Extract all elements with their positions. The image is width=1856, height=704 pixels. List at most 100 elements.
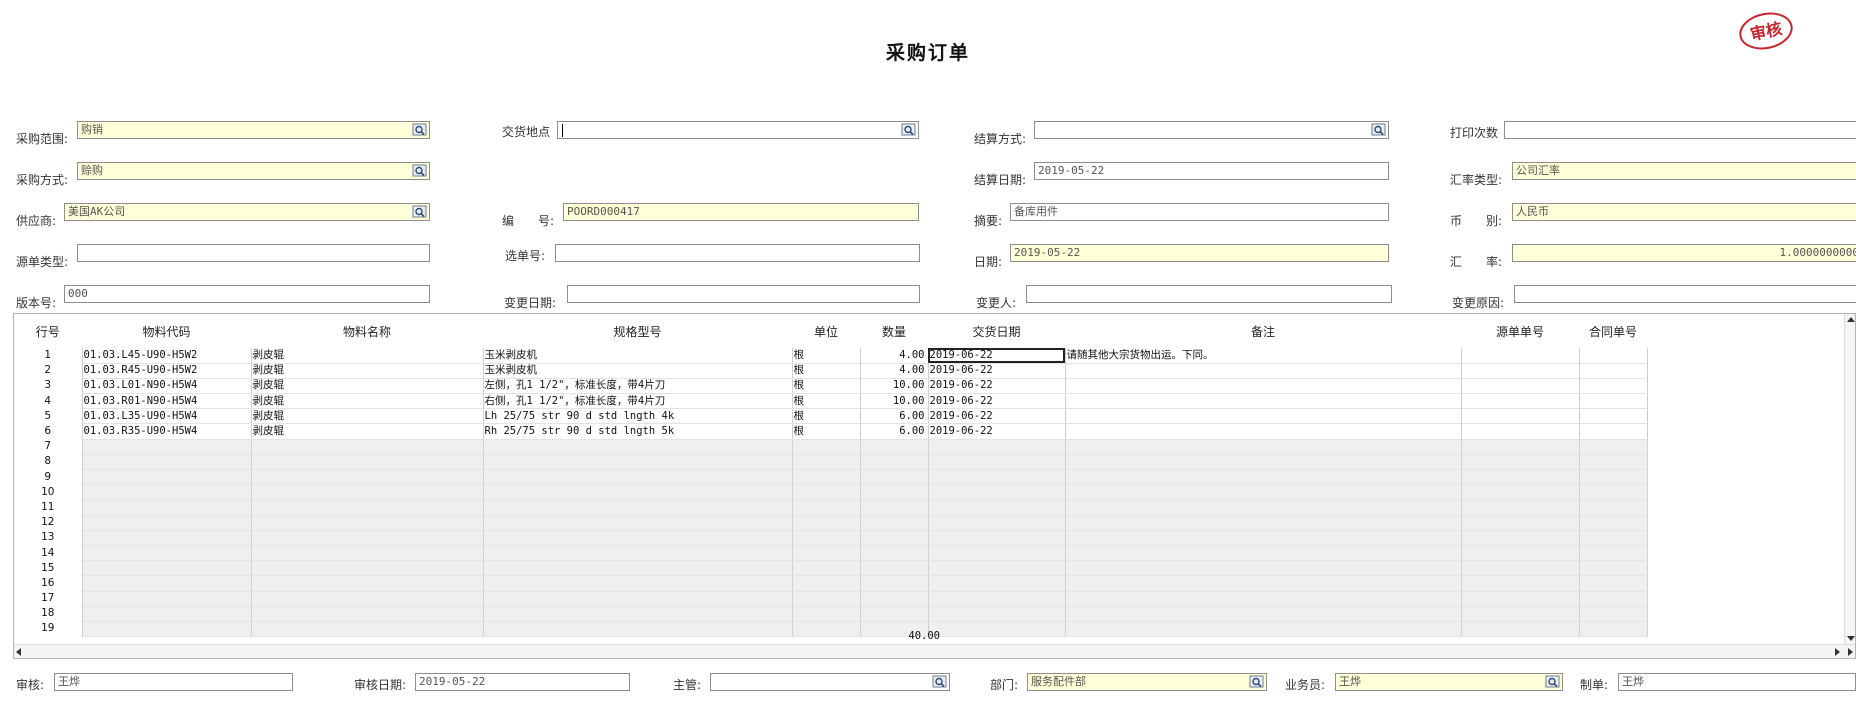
qty-cell[interactable] [860, 560, 929, 577]
note-cell[interactable] [1065, 363, 1462, 379]
material-code-cell[interactable] [82, 591, 252, 607]
delivery-date-cell[interactable]: 2019-06-22 [928, 378, 1066, 395]
spec-cell[interactable]: 右侧，孔1 1/2"，标准长度，带4片刀 [483, 393, 793, 410]
purchase-method-input[interactable]: 赊购 [77, 162, 430, 180]
qty-cell[interactable]: 6.00 [860, 423, 929, 440]
table-row[interactable]: 8 [14, 454, 1648, 471]
source-no-cell[interactable] [1461, 393, 1580, 410]
select-no-input[interactable] [555, 244, 920, 262]
table-row[interactable]: 18 [14, 606, 1648, 622]
material-code-cell[interactable] [82, 454, 252, 471]
unit-cell[interactable] [792, 499, 861, 516]
contract-no-cell[interactable] [1579, 439, 1648, 455]
table-row[interactable]: 13 [14, 530, 1648, 546]
material-code-cell[interactable] [82, 515, 252, 531]
scroll-down-icon[interactable] [1847, 636, 1855, 641]
col-header-qty[interactable]: 数量 [860, 314, 929, 348]
delivery-date-cell[interactable]: 2019-06-22 [928, 408, 1066, 425]
material-name-cell[interactable] [251, 469, 484, 486]
contract-no-cell[interactable] [1579, 423, 1648, 440]
note-cell[interactable] [1065, 423, 1462, 440]
print-count-input[interactable] [1504, 121, 1856, 139]
delivery-date-cell[interactable] [928, 606, 1066, 622]
contract-no-cell[interactable] [1579, 393, 1648, 410]
source-no-cell[interactable] [1461, 423, 1580, 440]
changer-input[interactable] [1026, 285, 1392, 303]
table-row[interactable]: 3 01.03.L01-N90-H5W4 剥皮辊 左侧，孔1 1/2"，标准长度，带4… [14, 378, 1648, 395]
source-no-cell[interactable] [1461, 484, 1580, 501]
unit-cell[interactable] [792, 606, 861, 622]
material-name-cell[interactable] [251, 560, 484, 577]
material-code-cell[interactable] [82, 469, 252, 486]
change-date-input[interactable] [567, 285, 920, 303]
source-no-cell[interactable] [1461, 408, 1580, 425]
line-no-cell[interactable]: 6 [14, 423, 83, 440]
line-no-cell[interactable]: 11 [14, 499, 83, 516]
scroll-right-icon[interactable] [1835, 648, 1840, 656]
spec-cell[interactable] [483, 454, 793, 471]
note-cell[interactable] [1065, 439, 1462, 455]
contract-no-cell[interactable] [1579, 621, 1648, 638]
line-no-cell[interactable]: 18 [14, 606, 83, 622]
unit-cell[interactable]: 根 [792, 408, 861, 425]
settle-method-input[interactable] [1034, 121, 1389, 139]
qty-cell[interactable] [860, 469, 929, 486]
source-no-cell[interactable] [1461, 454, 1580, 471]
scroll-end-icon[interactable] [1848, 648, 1853, 656]
rate-type-input[interactable]: 公司汇率 [1512, 162, 1856, 180]
material-code-cell[interactable] [82, 499, 252, 516]
col-header-material-name[interactable]: 物料名称 [251, 314, 484, 348]
table-row[interactable]: 11 [14, 499, 1648, 516]
horizontal-scrollbar[interactable] [14, 644, 1855, 658]
material-name-cell[interactable] [251, 530, 484, 546]
material-code-cell[interactable] [82, 439, 252, 455]
qty-cell[interactable] [860, 454, 929, 471]
contract-no-cell[interactable] [1579, 545, 1648, 562]
col-header-contract-no[interactable]: 合同单号 [1579, 314, 1648, 348]
material-name-cell[interactable]: 剥皮辊 [251, 378, 484, 395]
line-no-cell[interactable]: 7 [14, 439, 83, 455]
line-no-cell[interactable]: 3 [14, 378, 83, 394]
source-no-cell[interactable] [1461, 560, 1580, 577]
delivery-date-cell[interactable] [928, 469, 1066, 486]
spec-cell[interactable] [483, 530, 793, 546]
qty-cell[interactable] [860, 484, 929, 501]
table-row[interactable]: 2 01.03.R45-U90-H5W2 剥皮辊 玉米剥皮机根 4.00 2019-06-… [14, 363, 1648, 379]
unit-cell[interactable] [792, 575, 861, 592]
spec-cell[interactable]: 玉米剥皮机 [483, 348, 793, 364]
material-name-cell[interactable] [251, 545, 484, 562]
purchase-range-input[interactable]: 购销 [77, 121, 430, 139]
source-no-cell[interactable] [1461, 545, 1580, 562]
delivery-date-cell[interactable] [928, 560, 1066, 577]
line-no-cell[interactable]: 1 [14, 348, 83, 364]
note-cell[interactable] [1065, 575, 1462, 592]
material-code-cell[interactable] [82, 575, 252, 592]
line-no-cell[interactable]: 4 [14, 393, 83, 409]
material-name-cell[interactable]: 剥皮辊 [251, 408, 484, 425]
contract-no-cell[interactable] [1579, 348, 1648, 364]
col-header-material-code[interactable]: 物料代码 [82, 314, 252, 348]
contract-no-cell[interactable] [1579, 499, 1648, 516]
line-no-cell[interactable]: 9 [14, 469, 83, 485]
unit-cell[interactable]: 根 [792, 423, 861, 440]
scroll-left-icon[interactable] [16, 648, 21, 656]
lookup-icon[interactable] [932, 675, 948, 689]
spec-cell[interactable] [483, 439, 793, 455]
lookup-icon[interactable] [412, 205, 428, 219]
material-name-cell[interactable] [251, 621, 484, 638]
note-cell[interactable] [1065, 591, 1462, 607]
contract-no-cell[interactable] [1579, 484, 1648, 501]
table-row[interactable]: 7 [14, 439, 1648, 455]
unit-cell[interactable] [792, 439, 861, 455]
material-code-cell[interactable] [82, 530, 252, 546]
unit-cell[interactable] [792, 545, 861, 562]
unit-cell[interactable]: 根 [792, 348, 861, 364]
line-no-cell[interactable]: 17 [14, 591, 83, 607]
col-header-line-no[interactable]: 行号 [14, 314, 83, 348]
contract-no-cell[interactable] [1579, 591, 1648, 607]
qty-cell[interactable] [860, 591, 929, 607]
delivery-date-cell[interactable] [928, 499, 1066, 516]
qty-cell[interactable] [860, 515, 929, 531]
line-no-cell[interactable]: 13 [14, 530, 83, 546]
material-code-cell[interactable] [82, 545, 252, 562]
